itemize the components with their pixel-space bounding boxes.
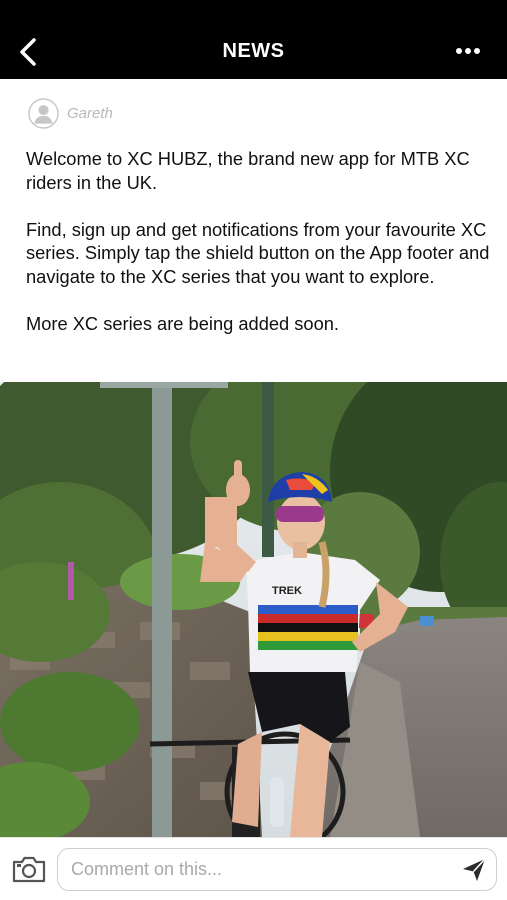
post-paragraph: Find, sign up and get notifications from… — [26, 218, 490, 287]
post-paragraph: Welcome to XC HUBZ, the brand new app fo… — [26, 148, 470, 193]
comment-field[interactable] — [57, 848, 497, 891]
post-body: Welcome to XC HUBZ, the brand new app fo… — [26, 147, 496, 335]
send-icon[interactable] — [461, 857, 487, 883]
cyclist-photo: TREK — [0, 382, 507, 837]
post-author[interactable]: Gareth — [28, 97, 113, 129]
camera-icon[interactable] — [11, 853, 47, 885]
more-horizontal-icon[interactable] — [455, 44, 481, 58]
comment-bar — [0, 837, 507, 900]
post-paragraph: More XC series are being added soon. — [26, 312, 339, 334]
comment-input[interactable] — [71, 849, 451, 890]
author-name: Gareth — [67, 104, 113, 122]
user-avatar-icon — [28, 97, 59, 129]
top-bar: NEWS — [0, 0, 507, 79]
jersey-text: TREK — [272, 585, 302, 597]
post-photo[interactable]: TREK — [0, 382, 507, 837]
page-title: NEWS — [222, 40, 285, 62]
